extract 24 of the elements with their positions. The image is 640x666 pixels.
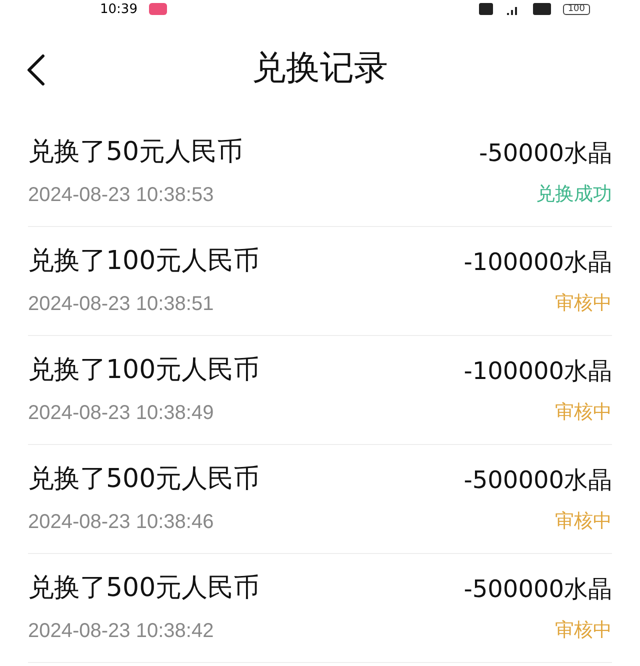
- record-status: 审核中: [555, 292, 612, 316]
- record-time: 2024-08-23 10:38:46: [28, 510, 214, 535]
- record-amount: -500000水晶: [464, 464, 612, 494]
- record-status: 兑换成功: [536, 183, 612, 208]
- record-time: 2024-08-23 10:38:42: [28, 618, 214, 644]
- record-amount: -50000水晶: [478, 138, 612, 168]
- record-status: 审核中: [555, 619, 612, 644]
- record-status: 审核中: [555, 510, 612, 534]
- record-amount: -500000水晶: [464, 574, 612, 604]
- record-status: 审核中: [555, 401, 612, 426]
- record-title: 兑换了100元人民币: [28, 354, 260, 387]
- back-icon[interactable]: [26, 54, 46, 86]
- record-time: 2024-08-23 10:38:51: [28, 292, 214, 317]
- status-time: 10:39: [100, 2, 138, 16]
- record-title: 兑换了100元人民币: [28, 245, 260, 278]
- record-amount: -100000水晶: [464, 356, 612, 386]
- record-amount: -100000水晶: [464, 246, 612, 276]
- page-title: 兑换记录: [252, 46, 388, 90]
- record-time: 2024-08-23 10:38:53: [28, 182, 214, 208]
- record-title: 兑换了50元人民币: [28, 136, 244, 169]
- record-title: 兑换了500元人民币: [28, 572, 260, 605]
- record-title: 兑换了500元人民币: [28, 463, 260, 496]
- battery-indicator: 100: [562, 4, 590, 14]
- record-time: 2024-08-23 10:38:49: [28, 400, 214, 426]
